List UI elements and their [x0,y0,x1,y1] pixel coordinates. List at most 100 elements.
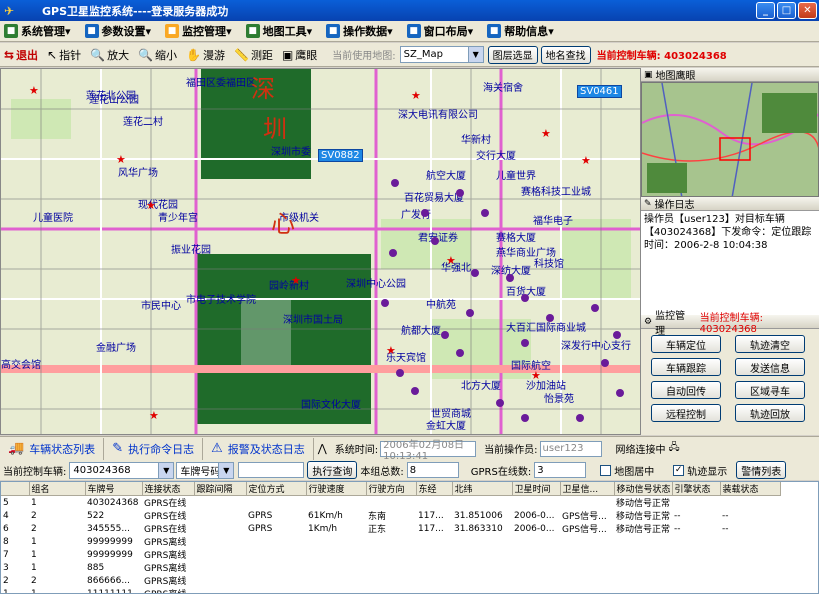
poi-marker[interactable] [506,274,514,282]
close-button[interactable]: ✕ [798,2,817,19]
column-header[interactable]: 东经 [416,482,453,496]
poi-marker[interactable] [456,349,464,357]
center-checkbox[interactable] [600,464,612,476]
menu-item-4[interactable]: ■ 操作数据 ▾ [326,23,393,39]
control-button[interactable]: 轨迹清空 [735,335,805,353]
place-search-button[interactable]: 地名查找 [540,45,591,64]
column-header[interactable]: 移动信号状态 [614,482,673,496]
tool-ruler[interactable]: 📏 测距 [234,47,273,63]
column-header[interactable]: 卫星信... [560,482,615,496]
poi-marker[interactable] [381,299,389,307]
table-row[interactable]: 2 2 866666... GPRS离线 [1,574,780,588]
control-button[interactable]: 车辆跟踪 [651,358,721,376]
search-input[interactable] [238,462,305,478]
poi-marker[interactable] [396,369,404,377]
poi-marker[interactable] [441,331,449,339]
current-vehicle-label: 当前控制车辆: 403024368 [596,51,727,62]
map-place-label: 赛格大厦 [496,233,536,244]
poi-marker[interactable] [466,309,474,317]
menu-item-6[interactable]: ■ 帮助信息 ▾ [487,23,554,39]
control-button[interactable]: 自动回传 [651,381,721,399]
table-row[interactable]: 5 1 403024368 GPRS在线 移动信号正常 [1,496,780,510]
table-cell [560,587,614,593]
poi-marker[interactable] [389,249,397,257]
table-cell [512,574,560,587]
tab-command-log[interactable]: ✎ 执行命令日志 [104,437,204,460]
column-header[interactable]: 连接状态 [142,482,195,496]
query-button[interactable]: 执行查询 [307,461,358,479]
eagle-eye-map[interactable] [641,82,819,197]
menu-item-2[interactable]: ■ 监控管理 ▾ [165,23,232,39]
table-row[interactable]: 3 1 885 GPRS离线 [1,561,780,575]
column-header[interactable]: 定位方式 [246,482,307,496]
column-header[interactable]: 组名 [29,482,86,496]
search-type-select[interactable]: 车牌号码 ▼ [176,461,235,479]
poi-marker[interactable] [456,189,464,197]
tool-zoom-out[interactable]: 🔍 缩小 [138,47,177,63]
control-button[interactable]: 轨迹回放 [735,404,805,422]
tool-pan-hand[interactable]: ✋ 漫游 [186,47,225,63]
vehicle-marker[interactable]: SV0882 [318,149,363,162]
poi-marker[interactable] [521,294,529,302]
poi-marker[interactable] [411,387,419,395]
column-header[interactable]: 跟踪间隔 [194,482,247,496]
table-cell: 1 [31,588,37,594]
poi-marker[interactable] [521,414,529,422]
poi-marker[interactable] [591,304,599,312]
column-header[interactable]: 车牌号 [85,482,143,496]
control-button[interactable]: 发送信息 [735,358,805,376]
poi-marker[interactable] [481,209,489,217]
poi-marker[interactable] [601,359,609,367]
column-header[interactable]: 行驶方向 [366,482,417,496]
menu-item-3[interactable]: ■ 地图工具 ▾ [245,23,312,39]
column-header[interactable]: 卫星时间 [512,482,561,496]
control-button[interactable]: 区域寻车 [735,381,805,399]
alarm-list-button[interactable]: 警情列表 [736,461,787,479]
window-icon: ■ [406,24,421,38]
layer-button[interactable]: 图层选显 [487,45,538,64]
map-select[interactable]: SZ_Map ▼ [399,46,484,63]
control-button[interactable]: 远程控制 [651,404,721,422]
poi-marker[interactable] [613,331,621,339]
table-cell [366,574,416,587]
vehicle-marker[interactable]: SV0461 [577,85,622,98]
table-row[interactable]: 8 1 99999999 GPRS离线 [1,535,780,549]
collapse-icon[interactable]: ⋀ [318,442,327,455]
tool-eagle-eye[interactable]: ▣ 鹰眼 [282,47,317,63]
table-row[interactable]: 1111111111GPRS离线 [1,587,780,594]
poi-marker[interactable] [391,179,399,187]
column-header[interactable]: 行驶速度 [306,482,367,496]
menu-item-1[interactable]: ■ 参数设置 ▾ [84,23,151,39]
map-canvas[interactable]: 莲花北公园 莲花二村 莲花山公园 福田区委福田区 风华广场 现代花园 青少年宫 儿童医院 振业花… [0,68,641,435]
poi-marker[interactable] [421,209,429,217]
table-row[interactable]: 4 2 522 GPRS在线 GPRS 61Km/h 东南 117... 31.851006 20… [1,509,780,523]
minimize-button[interactable]: _ [756,2,775,19]
poi-marker[interactable] [471,269,479,277]
maximize-button[interactable]: □ [777,2,796,19]
table-row[interactable]: 7 1 99999999 GPRS离线 [1,548,780,562]
vehicle-select[interactable]: 403024368 ▼ [69,461,175,479]
table-cell [416,535,452,548]
tool-zoom-in[interactable]: 🔍 放大 [90,47,129,63]
control-button[interactable]: 车辆定位 [651,335,721,353]
tab-alarm-log[interactable]: ⚠ 报警及状态日志 [203,437,314,460]
table-row[interactable]: 6 2 345555... GPRS在线 GPRS 1Km/h 正东 117... 31.863… [1,522,780,536]
vehicle-table[interactable]: 组名 车牌号 连接状态 跟踪间隔 定位方式 行驶速度 行驶方向 东经 北纬 卫星时间 卫星信... 移… [0,481,819,594]
column-header[interactable]: 北纬 [452,482,513,496]
tool-pointer[interactable]: ↖ 指针 [47,47,81,63]
menu-item-0[interactable]: ■ 系统管理 ▾ [4,23,71,39]
poi-marker[interactable] [576,414,584,422]
poi-marker[interactable] [521,339,529,347]
table-cell: 1 [31,549,37,560]
poi-marker[interactable] [616,389,624,397]
track-checkbox[interactable]: ✓ [673,464,685,476]
column-header[interactable]: 引擎状态 [672,482,721,496]
tab-vehicle-status[interactable]: 🚚 车辆状态列表 [0,437,105,460]
poi-marker[interactable] [496,399,504,407]
tool-exit[interactable]: ⇆ 退出 [4,47,38,63]
poi-marker[interactable] [546,314,554,322]
map-place-label: 金融广场 [96,343,136,354]
menu-item-5[interactable]: ■ 窗口布局 ▾ [406,23,473,39]
column-header[interactable]: 装载状态 [720,482,781,496]
poi-marker[interactable] [431,237,439,245]
